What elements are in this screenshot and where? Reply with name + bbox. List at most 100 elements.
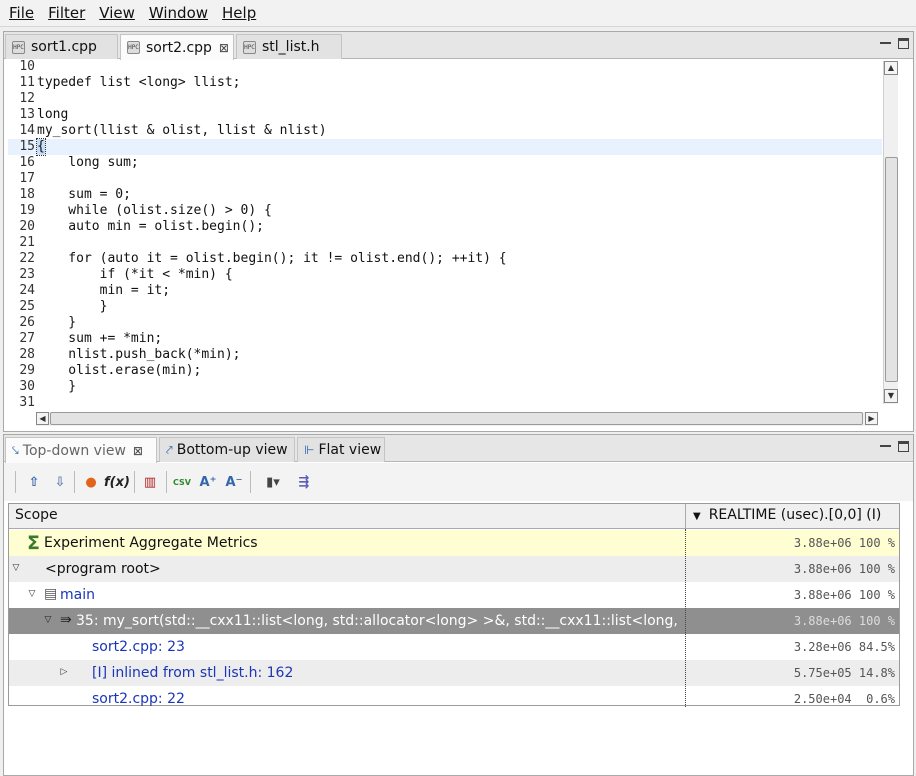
maximize-icon[interactable]: [898, 38, 909, 49]
code-line[interactable]: 26 }: [8, 315, 882, 331]
scroll-thumb[interactable]: [50, 412, 863, 425]
tab-stl-list-h[interactable]: HPC stl_list.h: [236, 34, 342, 59]
toolbar-separator: [15, 471, 16, 493]
tab-bottom-up-view[interactable]: ⤤ Bottom-up view: [159, 437, 295, 462]
line-number: 28: [19, 347, 35, 362]
row-label[interactable]: main: [60, 587, 95, 603]
scroll-thumb[interactable]: [885, 157, 898, 382]
zoom-out-icon[interactable]: ⇩: [50, 472, 70, 492]
table-row[interactable]: Σ Experiment Aggregate Metrics 3.88e+06 …: [9, 530, 899, 556]
table-row[interactable]: sort2.cpp: 23 3.28e+06 84.5%: [9, 634, 899, 660]
code-line[interactable]: 30 }: [8, 379, 882, 395]
derived-metric-icon[interactable]: f(x): [104, 472, 130, 492]
metric-column-header[interactable]: ▼ REALTIME (usec).[0,0] (I): [693, 507, 881, 523]
code-line[interactable]: 18 sum = 0;: [8, 187, 882, 203]
code-line[interactable]: 11 typedef list <long> llist;: [8, 75, 882, 91]
code-line[interactable]: 20 auto min = olist.begin();: [8, 219, 882, 235]
editor-vertical-scrollbar[interactable]: ▲ ▼: [883, 61, 898, 404]
row-label: 35: my_sort(std::__cxx11::list<long, std…: [76, 613, 678, 629]
close-icon[interactable]: ⊠: [132, 444, 144, 458]
hide-columns-icon[interactable]: ▥: [140, 472, 160, 492]
hot-path-icon[interactable]: ●: [81, 472, 101, 492]
code-text: while (olist.size() > 0) {: [37, 203, 272, 218]
scroll-down-icon[interactable]: ▼: [884, 389, 898, 403]
scroll-left-icon[interactable]: ◀: [36, 412, 49, 425]
code-line[interactable]: 19 while (olist.size() > 0) {: [8, 203, 882, 219]
line-number: 19: [19, 203, 35, 218]
tab-sort2-cpp[interactable]: HPC sort2.cpp ⊠: [120, 34, 234, 60]
export-csv-icon[interactable]: CSV: [172, 472, 192, 492]
thread-view-icon[interactable]: ⇶: [294, 472, 314, 492]
collapse-icon[interactable]: ▽: [26, 588, 38, 600]
row-label[interactable]: sort2.cpp: 23: [92, 639, 185, 655]
code-line[interactable]: 10: [8, 60, 882, 75]
menu-window[interactable]: Window: [142, 0, 215, 27]
code-line[interactable]: 22 for (auto it = olist.begin(); it != o…: [8, 251, 882, 267]
table-row[interactable]: ▽ ▤ main 3.88e+06 100 %: [9, 582, 899, 608]
line-number: 30: [19, 379, 35, 394]
table-row[interactable]: ▷ [I] inlined from stl_list.h: 162 5.75e…: [9, 660, 899, 686]
font-increase-icon[interactable]: A⁺: [198, 472, 218, 492]
table-row[interactable]: ▽ <program root> 3.88e+06 100 %: [9, 556, 899, 582]
font-decrease-icon[interactable]: A⁻: [224, 472, 244, 492]
row-label[interactable]: [I] inlined from stl_list.h: 162: [92, 665, 293, 681]
code-line[interactable]: 31: [8, 395, 882, 410]
collapse-icon[interactable]: ▽: [42, 614, 54, 626]
scope-column-header[interactable]: Scope: [15, 507, 58, 523]
code-line[interactable]: 28 nlist.push_back(*min);: [8, 347, 882, 363]
code-line[interactable]: 12: [8, 91, 882, 107]
sigma-icon: Σ: [27, 532, 40, 554]
menu-filter[interactable]: Filter: [41, 0, 92, 27]
code-line[interactable]: 17: [8, 171, 882, 187]
menu-file[interactable]: File: [2, 0, 41, 27]
row-label: Experiment Aggregate Metrics: [44, 535, 258, 551]
code-line[interactable]: 25 }: [8, 299, 882, 315]
column-divider[interactable]: [685, 504, 686, 529]
close-icon[interactable]: ⊠: [218, 41, 230, 55]
code-line[interactable]: 29 olist.erase(min);: [8, 363, 882, 379]
code-text: auto min = olist.begin();: [37, 219, 264, 234]
line-number: 27: [19, 331, 35, 346]
code-line[interactable]: 16 long sum;: [8, 155, 882, 171]
code-text: }: [37, 379, 77, 394]
minimize-icon[interactable]: [880, 38, 891, 44]
code-line[interactable]: 24 min = it;: [8, 283, 882, 299]
code-text: }: [37, 299, 108, 314]
tab-sort1-cpp[interactable]: HPC sort1.cpp: [5, 34, 118, 59]
code-line[interactable]: 13 long: [8, 107, 882, 123]
line-number: 24: [19, 283, 35, 298]
code-line[interactable]: 15{: [8, 138, 882, 156]
menu-help[interactable]: Help: [215, 0, 263, 27]
code-text: long sum;: [37, 155, 139, 170]
table-row[interactable]: sort2.cpp: 22 2.50e+04 0.6%: [9, 686, 899, 707]
code-line[interactable]: 21: [8, 235, 882, 251]
code-text: sum += *min;: [37, 331, 163, 346]
line-number: 20: [19, 219, 35, 234]
row-value: 3.88e+06 100 %: [793, 614, 895, 628]
code-text: min = it;: [37, 283, 171, 298]
code-line[interactable]: 14 my_sort(llist & olist, llist & nlist): [8, 123, 882, 139]
collapse-icon[interactable]: ▽: [10, 562, 22, 574]
minimize-icon[interactable]: [880, 441, 891, 447]
table-row[interactable]: ▽ ⇛ 35: my_sort(std::__cxx11::list<long,…: [9, 608, 899, 634]
editor-horizontal-scrollbar[interactable]: ◀ ▶: [36, 412, 878, 426]
tab-top-down-view[interactable]: ⤥ Top-down view ⊠: [5, 437, 157, 463]
expand-icon[interactable]: ▷: [58, 666, 70, 678]
graph-menu-icon[interactable]: ▮▾: [260, 472, 286, 492]
zoom-in-icon[interactable]: ⇧: [24, 472, 44, 492]
menu-help-label: Help: [222, 3, 257, 22]
line-number: 18: [19, 187, 35, 202]
line-number: 12: [19, 91, 35, 106]
code-line[interactable]: 27 sum += *min;: [8, 331, 882, 347]
line-number: 14: [19, 123, 35, 138]
tab-flat-view[interactable]: ⊩ Flat view: [297, 437, 385, 462]
scroll-right-icon[interactable]: ▶: [865, 412, 878, 425]
scroll-up-icon[interactable]: ▲: [884, 61, 898, 75]
code-editor[interactable]: 10 11 typedef list <long> llist; 12 13 long 14…: [8, 60, 882, 410]
row-label[interactable]: sort2.cpp: 22: [92, 691, 185, 707]
row-value: 3.88e+06 100 %: [793, 536, 895, 550]
maximize-icon[interactable]: [898, 441, 909, 452]
code-line[interactable]: 23 if (*it < *min) {: [8, 267, 882, 283]
menu-view[interactable]: View: [92, 0, 142, 27]
code-text: my_sort(llist & olist, llist & nlist): [37, 123, 327, 138]
